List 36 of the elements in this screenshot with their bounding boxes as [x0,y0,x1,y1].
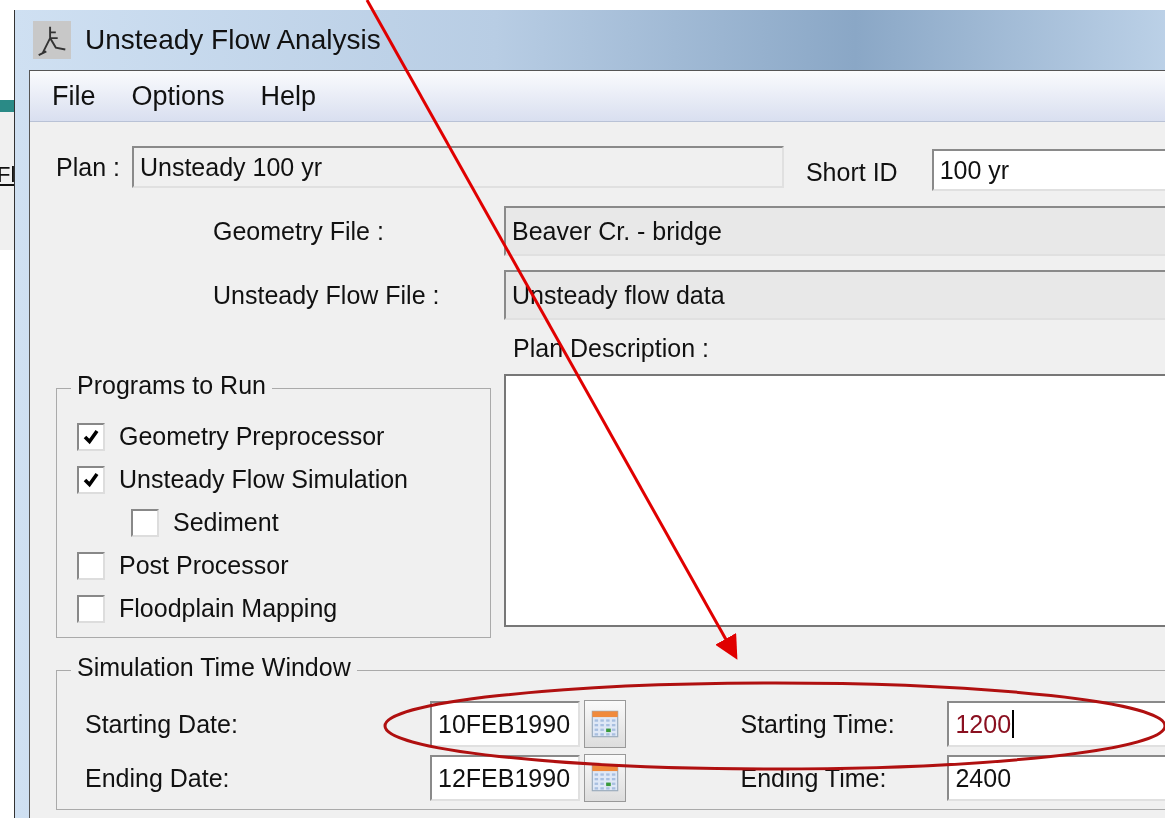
short-id-field[interactable]: 100 yr [931,149,1165,191]
date-label: Ending Date: [85,763,231,793]
checkbox-label[interactable]: Post Processor [119,551,289,580]
checkbox-label[interactable]: Geometry Preprocessor [119,422,385,451]
figure-icon [33,21,71,59]
time-label: Starting Time: [740,709,896,739]
time-field[interactable]: 2400 [947,755,1165,801]
plan-description-field[interactable] [504,374,1165,627]
file-label: Geometry File : [212,216,385,246]
menu-item[interactable]: Options [131,80,225,112]
calendar-button[interactable] [583,754,627,802]
short-id-label: Short ID [805,157,898,187]
check-icon [82,470,100,489]
checkbox[interactable] [131,508,159,537]
checkbox-label[interactable]: Unsteady Flow Simulation [119,465,408,494]
checkbox-label[interactable]: Sediment [173,508,279,537]
calendar-icon [590,709,621,739]
checkbox[interactable] [77,594,105,623]
checkbox[interactable] [77,422,105,451]
calendar-icon [590,763,621,793]
plan-field[interactable]: Unsteady 100 yr [131,146,784,188]
plan-description-label: Plan Description : [513,333,709,363]
menu-item[interactable]: Help [260,80,317,112]
date-field[interactable]: 10FEB1990 [430,701,580,747]
date-field[interactable]: 12FEB1990 [430,755,580,801]
menu-item[interactable]: File [52,80,96,112]
checkbox[interactable] [77,551,105,580]
date-label: Starting Date: [85,709,239,739]
checkbox-label[interactable]: Floodplain Mapping [119,594,338,623]
time-field[interactable]: 1200 [947,701,1165,747]
file-label: Unsteady Flow File : [212,280,441,310]
check-icon [82,427,100,446]
window-title: Unsteady Flow Analysis [85,24,381,56]
file-field[interactable]: Beaver Cr. - bridge [504,206,1165,256]
checkbox[interactable] [77,465,105,494]
plan-label: Plan : [56,152,120,182]
